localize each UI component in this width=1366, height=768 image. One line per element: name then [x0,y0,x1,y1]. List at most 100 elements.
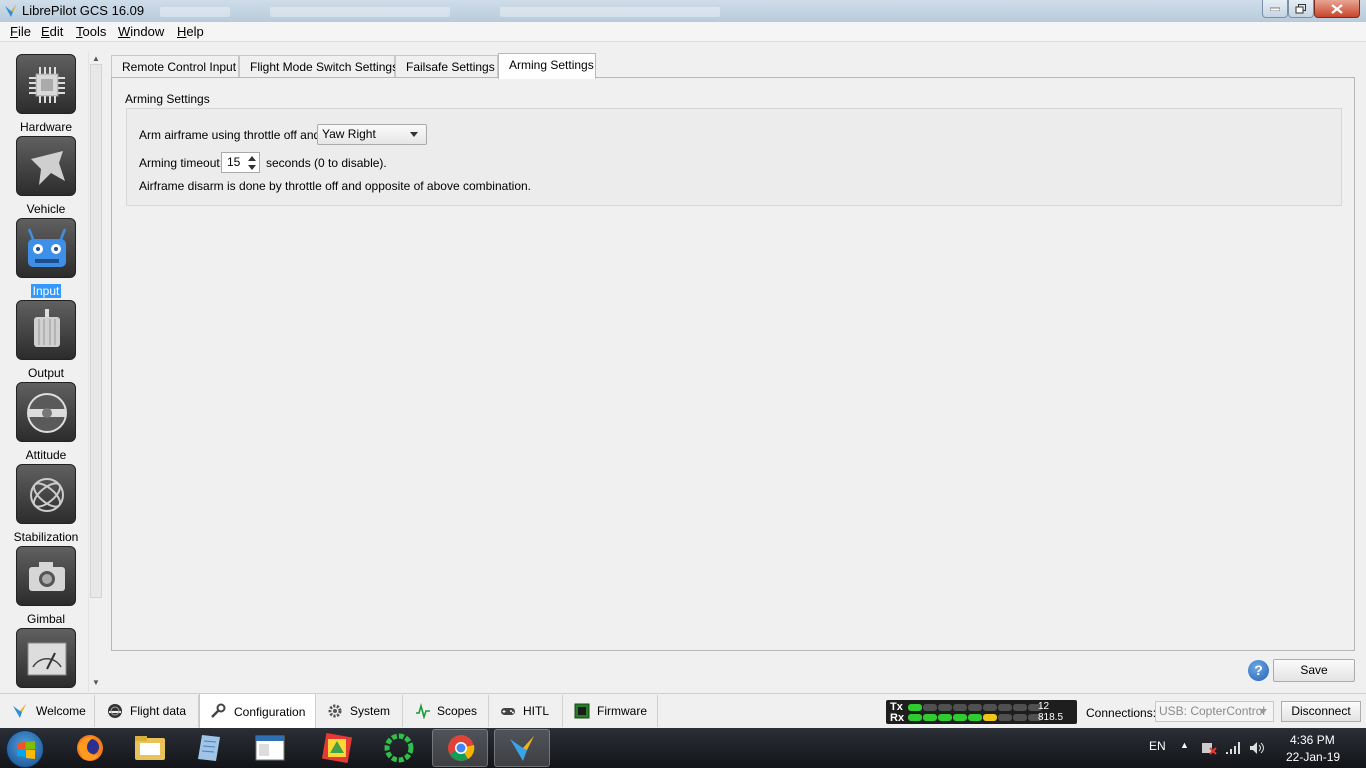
mode-welcome[interactable]: Welcome [0,695,95,727]
menu-help[interactable]: Help [177,24,204,39]
menu-edit[interactable]: Edit [41,24,63,39]
board-icon [574,703,590,719]
connection-select[interactable]: USB: CopterControl [1155,701,1274,722]
chevron-down-icon [410,132,418,137]
menu-bar: File Edit Tools Window Help [0,22,1366,42]
sidebar-label: Gimbal [26,612,65,626]
taskbar-window[interactable] [242,729,298,767]
sidebar-label: Stabilization [13,530,79,544]
menu-window[interactable]: Window [118,24,164,39]
sidebar-label: Vehicle [26,202,66,216]
colorful-app-icon [322,733,352,763]
waveform-icon [416,703,430,719]
sync-ring-icon [384,733,414,763]
gamepad-icon [501,708,515,715]
level-icon [27,393,67,433]
chip-icon [29,67,65,103]
tab-failsafe-settings[interactable]: Failsafe Settings [395,55,498,78]
background-window-hint [500,7,720,17]
mode-bar: Welcome Flight data Configuration System… [0,693,1366,728]
sidebar-item-input[interactable]: Input [0,218,92,298]
sidebar-label: Attitude [25,448,67,462]
librepilot-logo-icon [13,704,26,718]
tray-expand-icon[interactable]: ▲ [1180,740,1189,750]
camera-icon [29,562,65,591]
mode-system[interactable]: System [316,695,403,727]
clock-time[interactable]: 4:36 PM [1290,733,1335,747]
signal-icon[interactable] [1225,741,1241,755]
scroll-down-icon[interactable]: ▼ [91,678,101,688]
firefox-icon [77,735,103,761]
sidebar-item-vehicle[interactable]: Vehicle [0,136,92,216]
tab-remote-control-input[interactable]: Remote Control Input [111,55,239,78]
sidebar-item-attitude[interactable]: Attitude [0,382,92,462]
tx-rate: 12 [1038,701,1050,712]
sidebar-item-output[interactable]: Output [0,300,92,380]
maximize-button[interactable] [1288,0,1314,18]
taskbar-notes[interactable] [182,729,238,767]
sidebar-label: Output [27,366,65,380]
clock-date[interactable]: 22-Jan-19 [1286,750,1340,764]
close-button[interactable] [1314,0,1360,18]
gyro-icon [30,478,64,512]
sidebar-scrollbar[interactable]: ▲ ▼ [88,52,102,692]
sidebar-item-oplink[interactable] [0,628,92,690]
restore-icon [1295,3,1306,13]
config-sidebar: Hardware Vehicle Input Output Attitude S… [0,43,102,691]
arm-combination-select[interactable]: Yaw Right [317,124,427,145]
tab-arming-settings[interactable]: Arming Settings [498,53,596,79]
arming-timeout-spinbox[interactable]: 15 [221,152,260,173]
windows-taskbar: EN ▲ 4:36 PM 22-Jan-19 [0,728,1366,768]
sidebar-item-stabilization[interactable]: Stabilization [0,464,92,544]
mode-flight-data[interactable]: Flight data [95,695,199,727]
connections-label: Connections: [1086,706,1157,720]
disconnect-button[interactable]: Disconnect [1281,701,1361,722]
sidebar-item-gimbal[interactable]: Gimbal [0,546,92,626]
signal-bar [1013,714,1027,721]
volume-icon[interactable] [1249,741,1265,755]
spin-up-icon[interactable] [246,154,258,163]
taskbar-firefox[interactable] [62,729,118,767]
taskbar-librepilot[interactable] [494,729,550,767]
minimize-icon [1270,7,1280,11]
language-indicator[interactable]: EN [1149,739,1166,753]
sidebar-item-hardware[interactable]: Hardware [0,54,92,134]
menu-file[interactable]: File [10,24,31,39]
save-button[interactable]: Save [1273,659,1355,682]
mode-scopes[interactable]: Scopes [403,695,489,727]
background-window-hint [160,7,230,17]
tab-flight-mode-switch-settings[interactable]: Flight Mode Switch Settings [239,55,398,78]
signal-bar [998,704,1012,711]
signal-bar [923,704,937,711]
window-app-icon [255,735,285,761]
sidebar-label: Input [30,284,62,298]
minimize-button[interactable] [1262,0,1288,18]
folder-icon [135,736,165,760]
menu-tools[interactable]: Tools [76,24,106,39]
mode-firmware[interactable]: Firmware [563,695,658,727]
airframe-icon [31,151,65,185]
mode-configuration[interactable]: Configuration [199,694,316,728]
scroll-up-icon[interactable]: ▲ [91,54,101,64]
arming-groupbox: Arm airframe using throttle off and: Yaw… [126,108,1342,206]
attitude-indicator-icon [108,704,122,718]
taskbar-app[interactable] [309,729,365,767]
start-button[interactable] [6,730,44,768]
mode-hitl[interactable]: HITL [489,695,563,727]
spin-down-icon[interactable] [246,163,258,172]
librepilot-logo-icon [510,736,534,761]
librepilot-logo-icon [5,5,16,17]
signal-bar [923,714,937,721]
signal-bar [938,714,952,721]
taskbar-explorer[interactable] [122,729,178,767]
rx-rate: 818.5 [1038,712,1064,723]
taskbar-sync[interactable] [371,729,427,767]
taskbar-chrome[interactable] [432,729,488,767]
signal-bar [968,704,982,711]
network-warning-icon[interactable] [1201,741,1217,755]
signal-bar [908,714,922,721]
signal-bar [983,704,997,711]
help-button[interactable]: ? [1248,660,1269,681]
scrollbar-thumb[interactable] [90,64,102,598]
window-title: LibrePilot GCS 16.09 [22,3,145,18]
